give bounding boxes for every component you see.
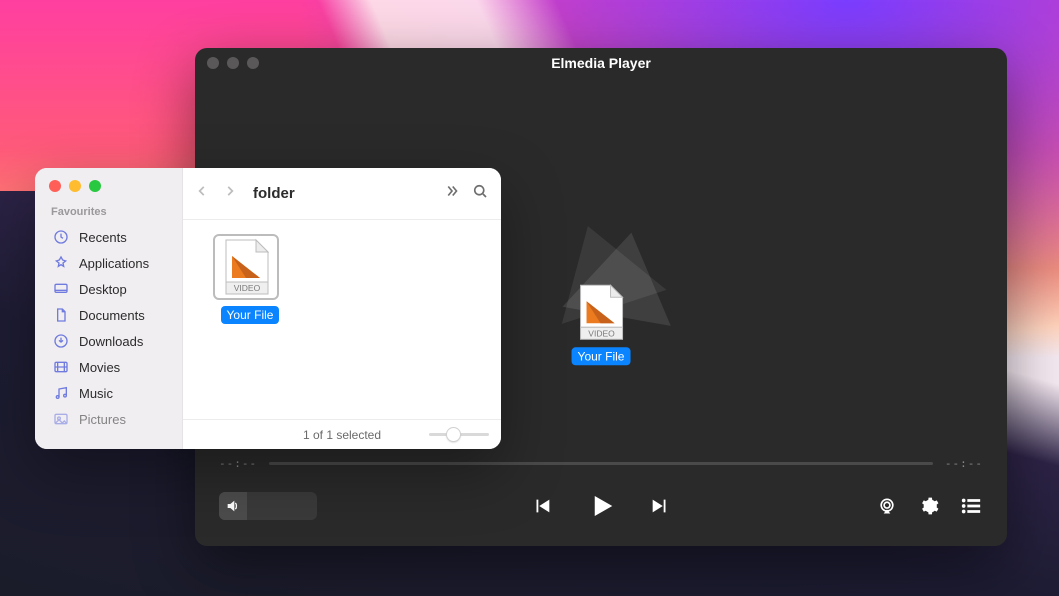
time-elapsed: --:--: [219, 457, 257, 470]
sidebar-item-documents[interactable]: Documents: [35, 302, 182, 328]
dragged-file-label: Your File: [572, 347, 631, 365]
volume-icon: [219, 492, 247, 520]
nav-back-button[interactable]: [195, 184, 209, 203]
finder-sidebar: Favourites Recents Applications Desktop …: [35, 168, 183, 449]
player-titlebar[interactable]: Elmedia Player: [195, 48, 1007, 78]
sidebar-item-label: Desktop: [79, 282, 127, 297]
player-title: Elmedia Player: [195, 55, 1007, 71]
finder-minimize-button[interactable]: [69, 180, 81, 192]
gear-icon[interactable]: [917, 494, 941, 518]
finder-window: Favourites Recents Applications Desktop …: [35, 168, 501, 449]
transport-bar: --:-- --:--: [219, 450, 983, 546]
time-remaining: --:--: [945, 457, 983, 470]
playlist-icon[interactable]: [959, 494, 983, 518]
file-icon: VIDEO: [213, 234, 279, 300]
icon-zoom-slider[interactable]: [429, 433, 489, 436]
file-label: Your File: [221, 306, 280, 324]
finder-traffic-lights: [49, 180, 182, 192]
sidebar-item-downloads[interactable]: Downloads: [35, 328, 182, 354]
play-button[interactable]: [584, 489, 618, 523]
file-icon: VIDEO: [575, 283, 627, 341]
file-item[interactable]: VIDEO Your File: [213, 234, 287, 324]
status-text: 1 of 1 selected: [303, 428, 381, 442]
desktop-icon: [53, 281, 69, 297]
sidebar-item-desktop[interactable]: Desktop: [35, 276, 182, 302]
sidebar-item-music[interactable]: Music: [35, 380, 182, 406]
sidebar-item-recents[interactable]: Recents: [35, 224, 182, 250]
file-type-label: VIDEO: [589, 328, 616, 338]
folder-title: folder: [253, 185, 295, 202]
seek-track[interactable]: [269, 462, 933, 465]
sidebar-item-label: Downloads: [79, 334, 143, 349]
sidebar-item-label: Movies: [79, 360, 120, 375]
finder-zoom-button[interactable]: [89, 180, 101, 192]
finder-status-bar: 1 of 1 selected: [183, 419, 501, 449]
next-button[interactable]: [648, 494, 672, 518]
airplay-icon[interactable]: [875, 494, 899, 518]
volume-control[interactable]: [219, 492, 317, 520]
sidebar-item-applications[interactable]: Applications: [35, 250, 182, 276]
finder-main: folder VIDEO Your File: [183, 168, 501, 449]
clock-icon: [53, 229, 69, 245]
sidebar-section-title: Favourites: [35, 206, 182, 218]
sidebar-item-label: Music: [79, 386, 113, 401]
sidebar-item-label: Documents: [79, 308, 145, 323]
finder-content[interactable]: VIDEO Your File: [183, 220, 501, 419]
sidebar-item-label: Pictures: [79, 412, 126, 427]
svg-text:VIDEO: VIDEO: [234, 283, 261, 293]
finder-toolbar: folder: [183, 168, 501, 220]
sidebar-item-label: Applications: [79, 256, 149, 271]
music-icon: [53, 385, 69, 401]
download-icon: [53, 333, 69, 349]
dragged-file[interactable]: VIDEO Your File: [572, 283, 631, 365]
sidebar-item-label: Recents: [79, 230, 127, 245]
search-icon[interactable]: [471, 182, 489, 205]
sidebar-item-movies[interactable]: Movies: [35, 354, 182, 380]
movies-icon: [53, 359, 69, 375]
apps-icon: [53, 255, 69, 271]
document-icon: [53, 307, 69, 323]
previous-button[interactable]: [530, 494, 554, 518]
nav-forward-button[interactable]: [223, 184, 237, 203]
finder-close-button[interactable]: [49, 180, 61, 192]
toolbar-more-icon[interactable]: [443, 182, 461, 205]
pictures-icon: [53, 411, 69, 427]
sidebar-item-pictures[interactable]: Pictures: [35, 406, 182, 432]
